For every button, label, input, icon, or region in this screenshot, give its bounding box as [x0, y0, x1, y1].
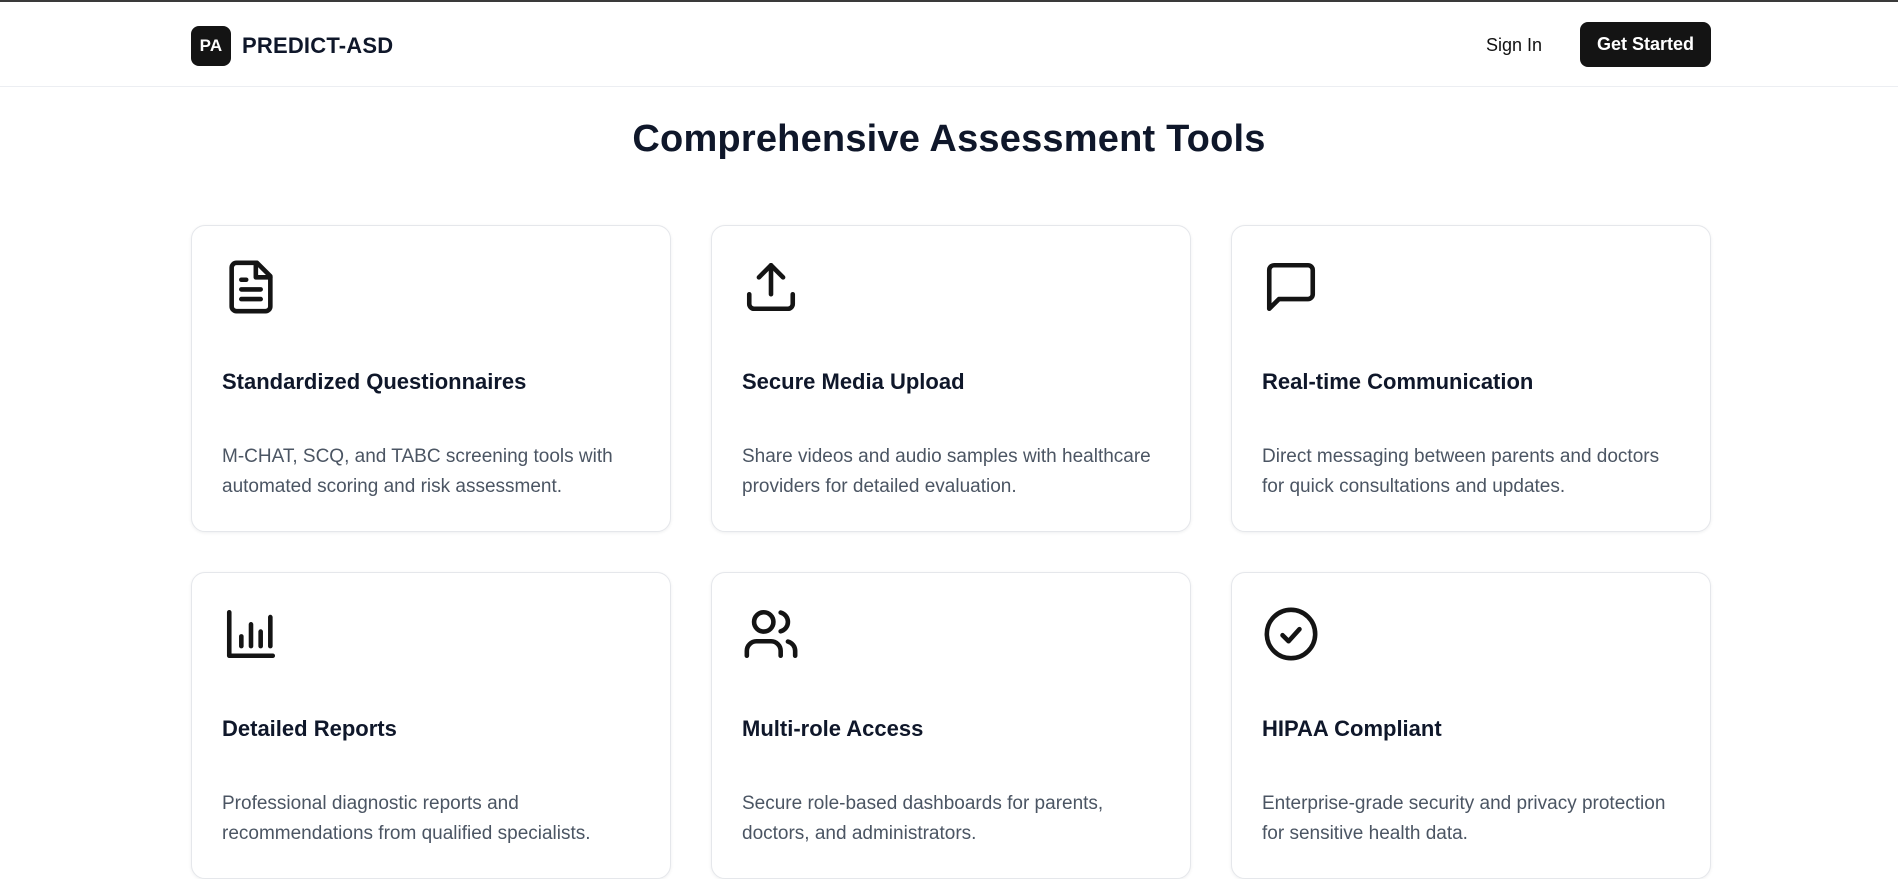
feature-title: Multi-role Access — [742, 716, 924, 741]
document-icon — [222, 258, 280, 316]
brand-name: PREDICT-ASD — [242, 33, 394, 58]
feature-card-media-upload: Secure Media Upload Share videos and aud… — [711, 225, 1191, 532]
feature-title: Secure Media Upload — [742, 369, 965, 394]
section-title: Comprehensive Assessment Tools — [632, 118, 1266, 160]
feature-title: Detailed Reports — [222, 716, 397, 741]
sign-in-button[interactable]: Sign In — [1468, 23, 1560, 67]
feature-description: Professional diagnostic reports and reco… — [222, 793, 591, 844]
bar-chart-icon — [222, 605, 280, 663]
check-circle-icon — [1262, 605, 1320, 663]
feature-card-multi-role: Multi-role Access Secure role-based dash… — [711, 572, 1191, 879]
feature-title: Standardized Questionnaires — [222, 369, 527, 394]
brand-logo[interactable]: PA PREDICT-ASD — [191, 26, 393, 66]
feature-card-hipaa: HIPAA Compliant Enterprise-grade securit… — [1231, 572, 1711, 879]
feature-description: Enterprise-grade security and privacy pr… — [1262, 793, 1666, 844]
feature-card-communication: Real-time Communication Direct messaging… — [1231, 225, 1711, 532]
feature-grid: Standardized Questionnaires M-CHAT, SCQ,… — [191, 225, 1711, 879]
message-icon — [1262, 258, 1320, 316]
logo-badge: PA — [191, 26, 231, 66]
feature-description: Direct messaging between parents and doc… — [1262, 446, 1660, 497]
feature-title: HIPAA Compliant — [1262, 716, 1442, 741]
users-icon — [742, 605, 800, 663]
feature-description: Share videos and audio samples with heal… — [742, 446, 1151, 497]
feature-card-reports: Detailed Reports Professional diagnostic… — [191, 572, 671, 879]
feature-description: M-CHAT, SCQ, and TABC screening tools wi… — [222, 446, 613, 497]
get-started-button[interactable]: Get Started — [1580, 22, 1711, 67]
site-header: PA PREDICT-ASD Sign In Get Started — [0, 2, 1898, 87]
feature-title: Real-time Communication — [1262, 369, 1534, 394]
feature-description: Secure role-based dashboards for parents… — [742, 793, 1104, 844]
feature-card-questionnaires: Standardized Questionnaires M-CHAT, SCQ,… — [191, 225, 671, 532]
upload-icon — [742, 258, 800, 316]
